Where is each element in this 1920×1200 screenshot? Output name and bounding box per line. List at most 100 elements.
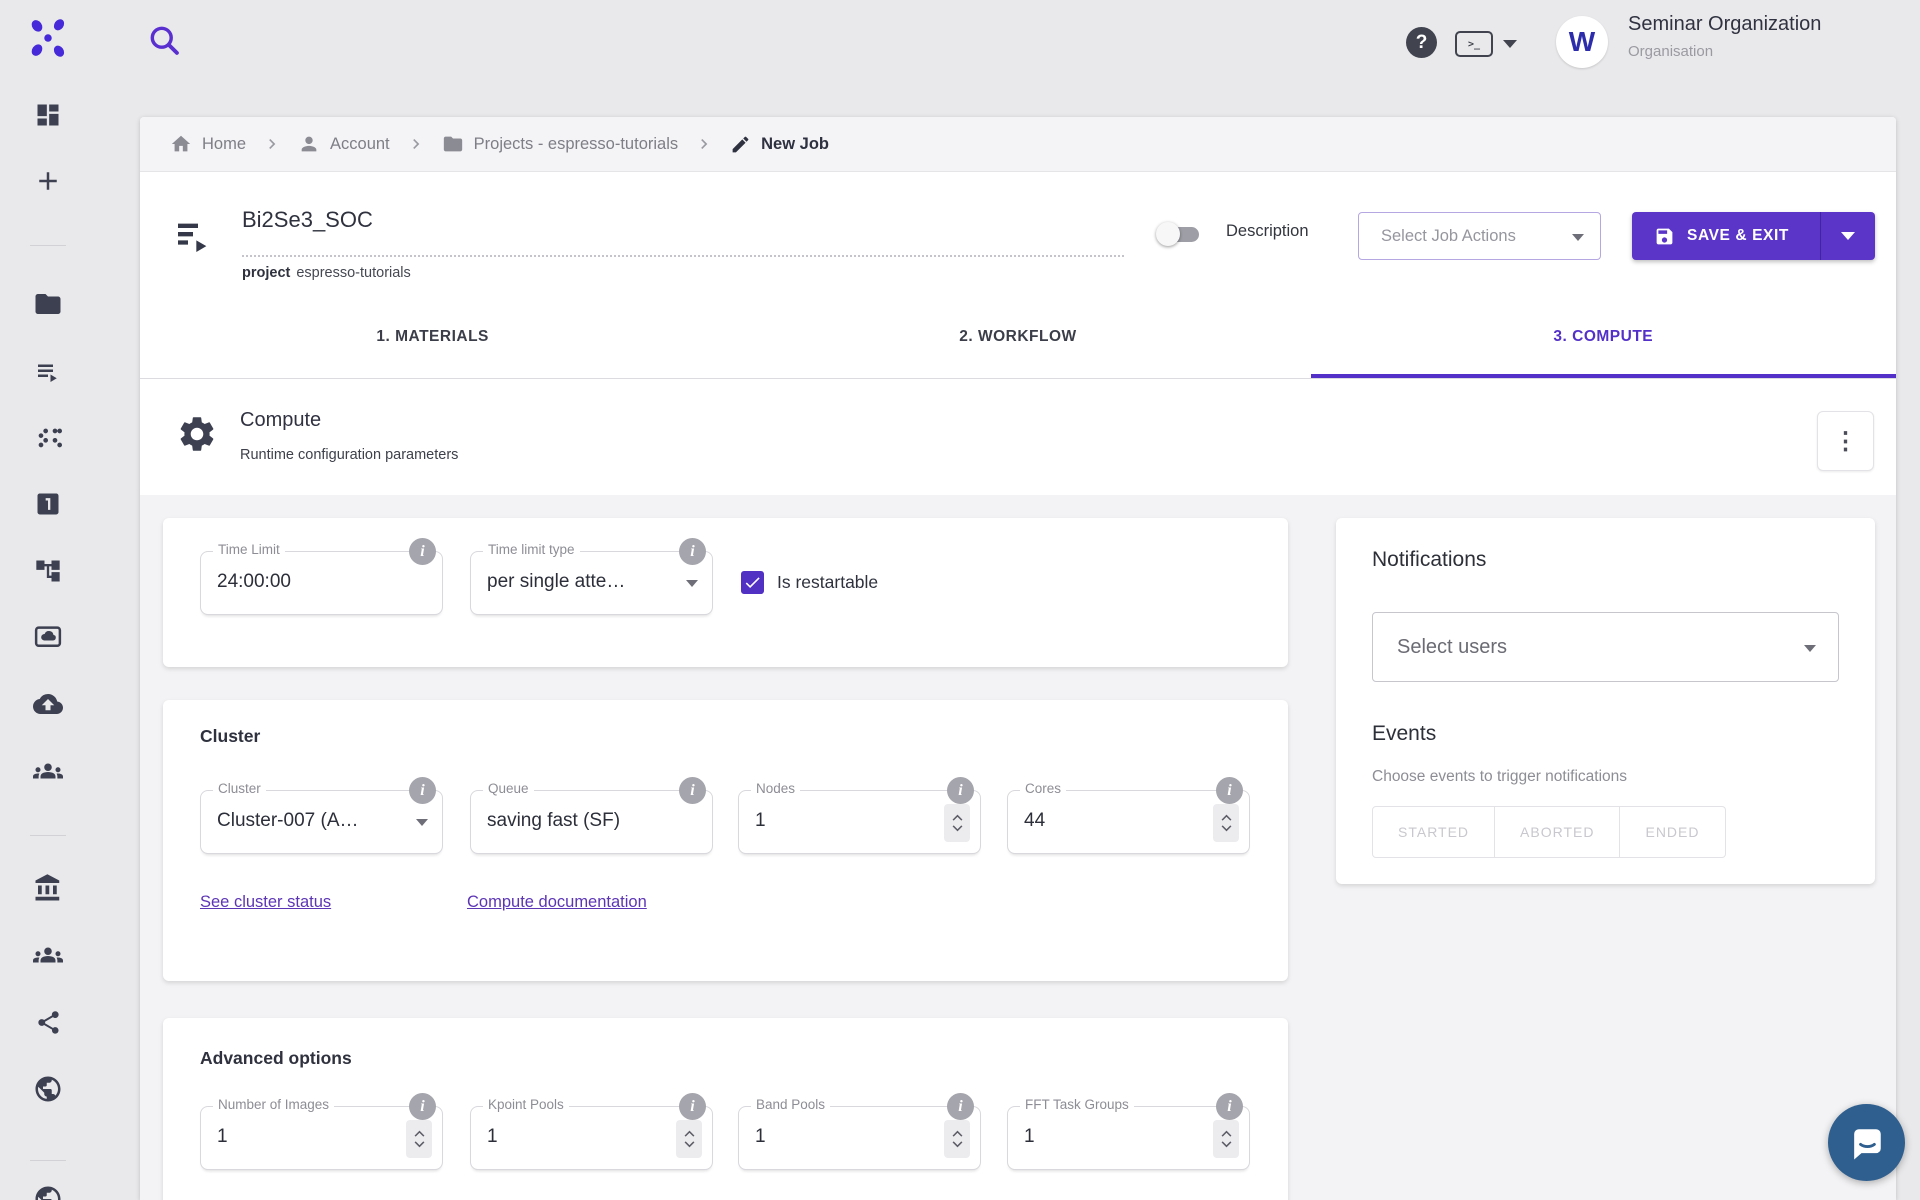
field-value: saving fast (SF) (487, 810, 620, 832)
cluster-heading: Cluster (200, 726, 260, 747)
save-dropdown-caret[interactable] (1820, 212, 1875, 260)
event-ended-button[interactable]: ENDED (1620, 806, 1725, 858)
check-icon (743, 573, 762, 592)
band-pools-stepper[interactable]: Band Pools 1 (738, 1106, 981, 1170)
info-icon[interactable] (679, 777, 706, 804)
cluster-status-link[interactable]: See cluster status (200, 893, 331, 912)
grain-dots-icon[interactable] (30, 420, 66, 456)
app-window: W Seminar Organization Organisation (0, 0, 1920, 1200)
bank-icon[interactable] (30, 870, 66, 906)
project-label: project (242, 265, 290, 281)
share-icon[interactable] (30, 1004, 66, 1040)
cores-stepper[interactable]: Cores 44 (1007, 790, 1250, 854)
groups-icon[interactable] (30, 753, 66, 789)
info-icon[interactable] (679, 538, 706, 565)
breadcrumb-home[interactable]: Home (170, 133, 246, 155)
tab-compute[interactable]: 3. COMPUTE (1311, 295, 1896, 378)
groups-icon[interactable] (30, 937, 66, 973)
info-icon[interactable] (1216, 777, 1243, 804)
stepper-buttons[interactable] (406, 1120, 432, 1158)
event-aborted-button[interactable]: ABORTED (1495, 806, 1620, 858)
info-icon[interactable] (1216, 1093, 1243, 1120)
toggle-thumb (1156, 222, 1180, 246)
chat-bubble-button[interactable] (1828, 1104, 1905, 1181)
info-icon[interactable] (409, 777, 436, 804)
event-button-group: STARTED ABORTED ENDED (1372, 806, 1726, 858)
chat-bubble-icon (1845, 1121, 1889, 1165)
nodes-stepper[interactable]: Nodes 1 (738, 790, 981, 854)
chevron-up-icon (414, 1130, 425, 1137)
stepper-buttons[interactable] (944, 1120, 970, 1158)
chevron-down-icon (1503, 40, 1517, 48)
event-started-button[interactable]: STARTED (1372, 806, 1495, 858)
globe-icon[interactable] (30, 1181, 66, 1200)
time-limit-type-select[interactable]: Time limit type per single atte… (470, 551, 713, 615)
job-actions-select[interactable]: Select Job Actions (1358, 212, 1601, 260)
kebab-menu-button[interactable] (1817, 411, 1874, 471)
cluster-card: Cluster Cluster Cluster-007 (A… Queue sa… (163, 700, 1288, 981)
notifications-card: Notifications Select users Events Choose… (1336, 518, 1875, 884)
chevron-down-icon (684, 1141, 695, 1148)
select-users-dropdown[interactable]: Select users (1372, 612, 1839, 682)
breadcrumb-project[interactable]: Projects - espresso-tutorials (442, 133, 679, 155)
folder-icon[interactable] (30, 286, 66, 322)
runtime-card: Time Limit 24:00:00 Time limit type per … (163, 518, 1288, 667)
project-line: project espresso-tutorials (242, 265, 411, 281)
tab-workflow[interactable]: 2. WORKFLOW (725, 295, 1310, 378)
advanced-heading: Advanced options (200, 1048, 352, 1069)
info-icon[interactable] (679, 1093, 706, 1120)
field-label: Time limit type (483, 542, 580, 557)
queue-field[interactable]: Queue saving fast (SF) (470, 790, 713, 854)
org-name[interactable]: Seminar Organization (1628, 13, 1821, 36)
fft-task-groups-stepper[interactable]: FFT Task Groups 1 (1007, 1106, 1250, 1170)
dashboard-icon[interactable] (30, 97, 66, 133)
number-of-images-stepper[interactable]: Number of Images 1 (200, 1106, 443, 1170)
chevron-up-icon (1221, 1130, 1232, 1137)
playlist-play-icon[interactable] (30, 354, 66, 390)
stepper-buttons[interactable] (944, 804, 970, 842)
chevron-down-icon (414, 1141, 425, 1148)
field-label: Kpoint Pools (483, 1097, 569, 1112)
cloud-upload-icon[interactable] (30, 686, 66, 722)
folder-icon (442, 133, 464, 155)
help-icon[interactable] (1406, 27, 1437, 58)
field-value: Cluster-007 (A… (217, 810, 359, 832)
add-icon[interactable] (30, 163, 66, 199)
project-value: espresso-tutorials (296, 265, 410, 281)
events-hint: Choose events to trigger notifications (1372, 768, 1627, 786)
field-label: Number of Images (213, 1097, 334, 1112)
compute-docs-link[interactable]: Compute documentation (467, 893, 647, 912)
account-tree-icon[interactable] (30, 553, 66, 589)
terminal-icon (1455, 31, 1493, 57)
chevron-down-icon (686, 580, 698, 587)
wallpaper-cloud-icon[interactable] (30, 619, 66, 655)
description-toggle[interactable] (1156, 221, 1202, 247)
stepper-buttons[interactable] (1213, 1120, 1239, 1158)
chevron-up-icon (952, 814, 963, 821)
job-title[interactable]: Bi2Se3_SOC (242, 207, 373, 233)
tab-materials[interactable]: 1. MATERIALS (140, 295, 725, 378)
kpoint-pools-stepper[interactable]: Kpoint Pools 1 (470, 1106, 713, 1170)
home-icon (170, 133, 192, 155)
chevron-down-icon (1221, 825, 1232, 832)
playlist-play-icon[interactable] (173, 217, 213, 262)
stepper-buttons[interactable] (1213, 804, 1239, 842)
terminal-menu-button[interactable] (1455, 29, 1521, 59)
looks-one-icon[interactable] (30, 486, 66, 522)
breadcrumb-account[interactable]: Account (298, 133, 390, 155)
save-exit-button[interactable]: SAVE & EXIT (1632, 212, 1875, 260)
avatar[interactable]: W (1556, 16, 1608, 68)
info-icon[interactable] (409, 1093, 436, 1120)
is-restartable-checkbox[interactable] (741, 571, 764, 594)
section-subtitle: Runtime configuration parameters (240, 447, 458, 463)
info-icon[interactable] (409, 538, 436, 565)
stepper-buttons[interactable] (676, 1120, 702, 1158)
info-icon[interactable] (947, 1093, 974, 1120)
globe-icon[interactable] (30, 1071, 66, 1107)
mat3ra-logo (26, 16, 70, 60)
info-icon[interactable] (947, 777, 974, 804)
time-limit-field[interactable]: Time Limit 24:00:00 (200, 551, 443, 615)
field-value: 1 (755, 1126, 766, 1148)
cluster-select[interactable]: Cluster Cluster-007 (A… (200, 790, 443, 854)
search-icon[interactable] (146, 22, 186, 62)
